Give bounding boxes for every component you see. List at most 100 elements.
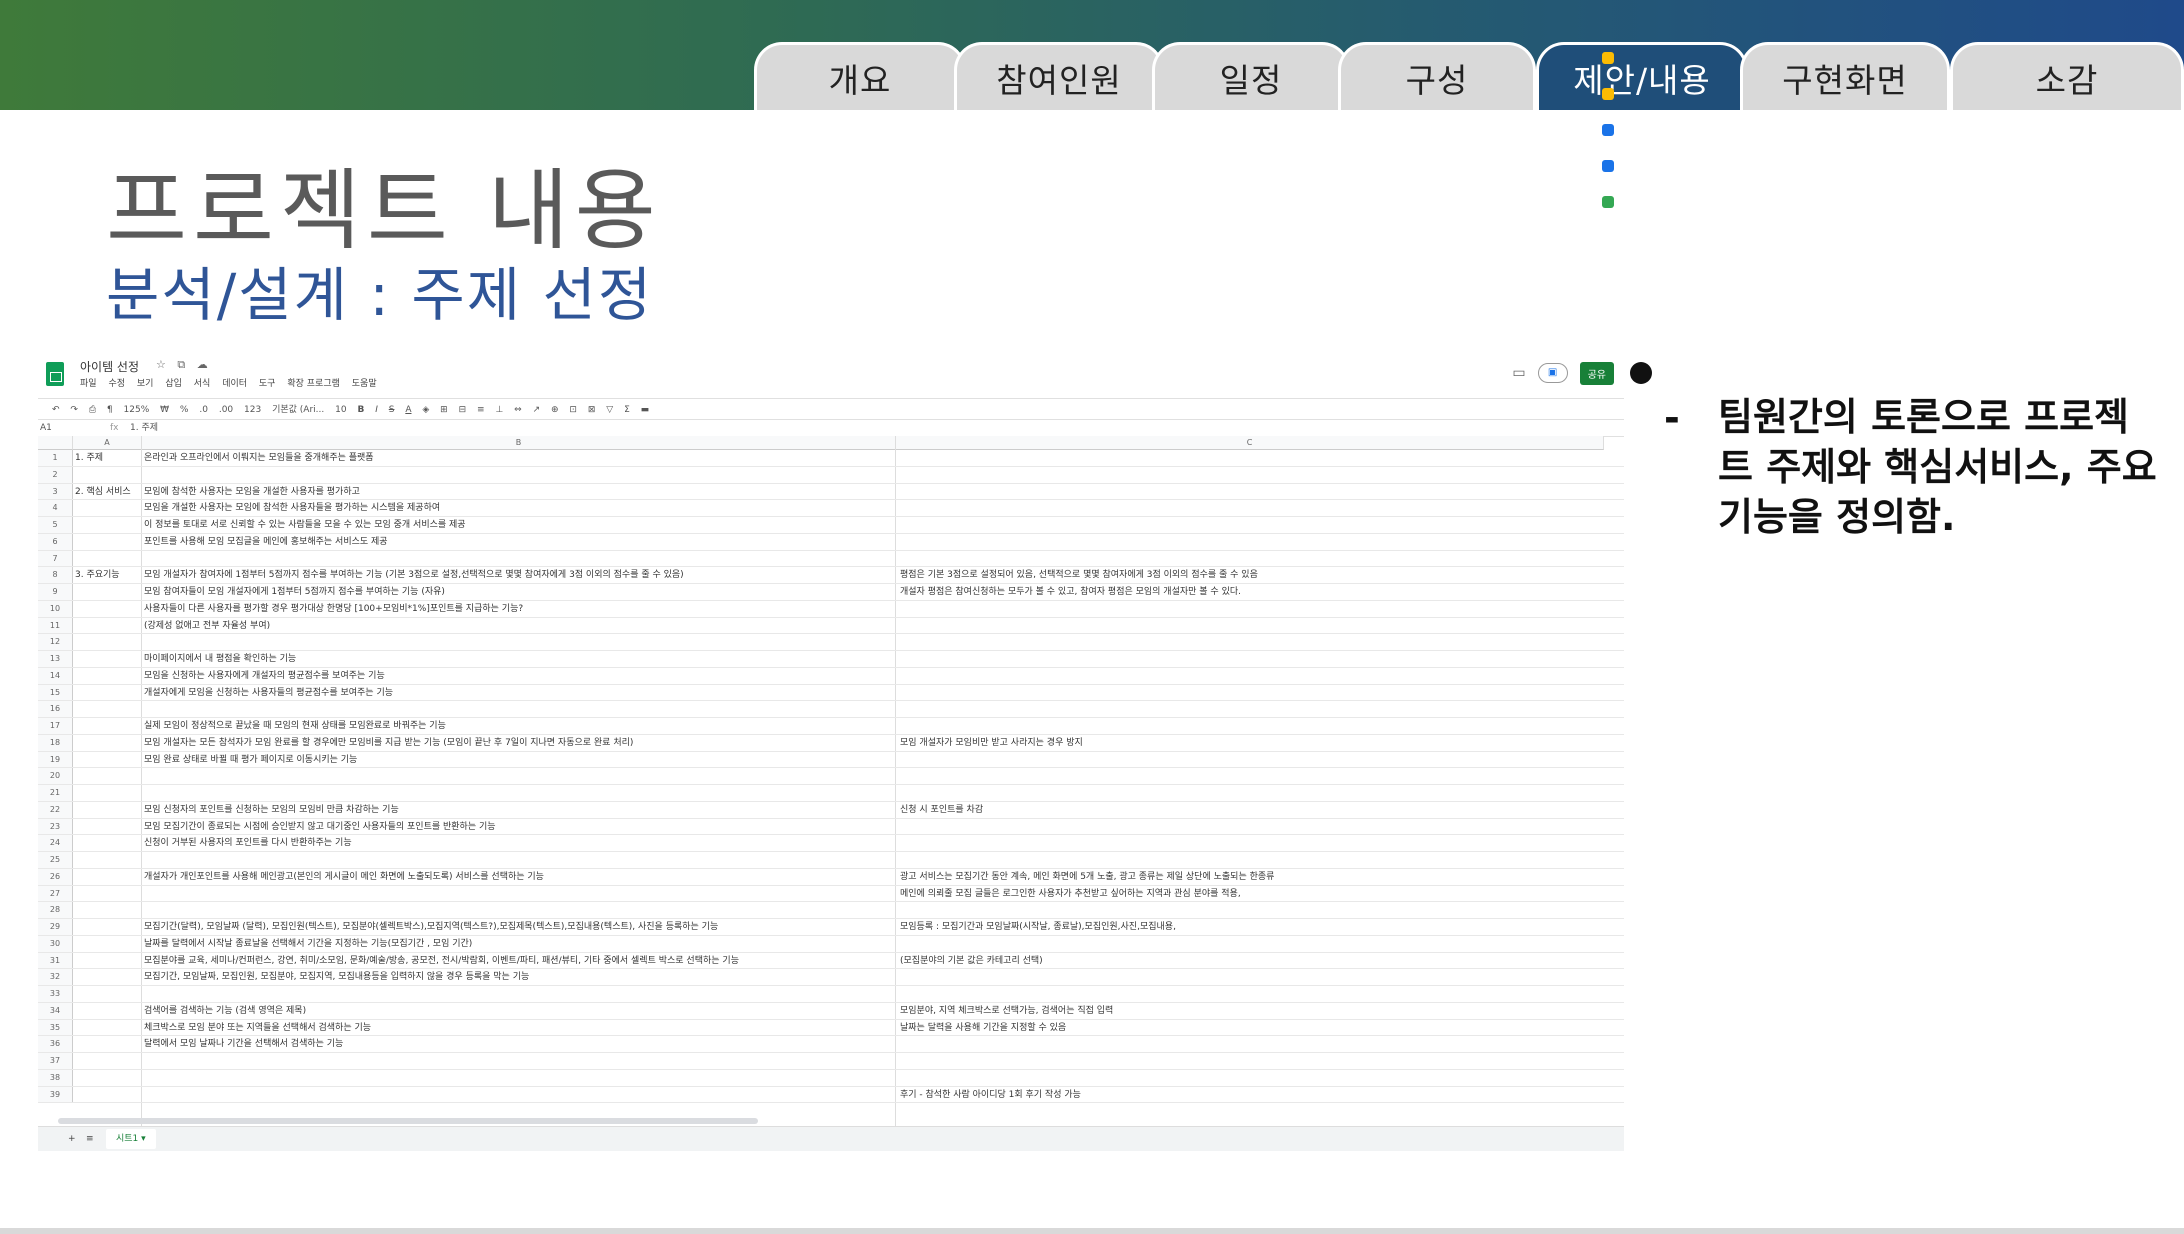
column-header-b[interactable]: B [142,436,896,450]
row-number[interactable]: 21 [38,785,73,801]
row-number[interactable]: 27 [38,885,73,902]
all-sheets-button[interactable]: ≡ [86,1127,94,1151]
row-number[interactable]: 38 [38,1069,73,1086]
row-number[interactable]: 3 [38,483,73,500]
text-color-icon[interactable]: A [405,405,411,415]
fill-color-icon[interactable]: ◈ [422,405,429,415]
cell-b[interactable]: 달력에서 모임 날짜나 기간을 선택해서 검색하는 기능 [144,1036,934,1052]
cell-b[interactable]: 포인트를 사용해 모임 모집글을 메인에 홍보해주는 서비스도 제공 [144,534,934,550]
cell-b[interactable]: 모집분야를 교육, 세미나/컨퍼런스, 강연, 취미/소모임, 문화/예술/방송… [144,953,934,969]
cell-b[interactable]: 날짜를 달력에서 시작날 종료날을 선택해서 기간을 지정하는 기능(모집기간 … [144,936,934,952]
cell-b[interactable]: (강제성 없애고 전부 자율성 부여) [144,618,934,634]
star-move-cloud-icons[interactable]: ☆ ⧉ ☁ [156,358,212,372]
print-icon[interactable]: ⎙ [89,405,96,415]
cell-b[interactable]: 실제 모임이 정상적으로 끝났을 때 모임의 현재 상태를 모임완료로 바꿔주는… [144,718,934,734]
column-header-c[interactable]: C [896,436,1604,450]
increase-decimal-icon[interactable]: .00 [219,405,233,415]
insert-chart-icon[interactable]: ⊠ [588,405,596,415]
cell-a[interactable]: 2. 핵심 서비스 [73,484,143,500]
cell-c[interactable]: 신청 시 포인트를 차감 [900,802,1590,818]
cell-b[interactable]: 온라인과 오프라인에서 이뤄지는 모임들을 중개해주는 플랫폼 [144,450,934,466]
currency-format-icon[interactable]: ₩ [160,405,169,415]
row-number[interactable]: 22 [38,801,73,818]
row-number[interactable]: 37 [38,1053,73,1069]
row-number[interactable]: 9 [38,584,73,600]
cell-b[interactable]: 사용자들이 다른 사용자를 평가할 경우 평가대상 한명당 [100+모임비*1… [144,601,934,617]
percent-format-icon[interactable]: % [180,405,189,415]
paint-format-icon[interactable]: ¶ [107,405,113,415]
insert-link-icon[interactable]: ⊕ [551,405,559,415]
row-number[interactable]: 6 [38,533,73,550]
cell-b[interactable]: 신청이 거부된 사용자의 포인트를 다시 반환하주는 기능 [144,835,934,851]
menu-edit[interactable]: 수정 [108,379,125,389]
tab-proposal[interactable]: 제안/내용 [1536,42,1748,110]
row-number[interactable]: 11 [38,617,73,634]
name-box[interactable]: A1 [40,420,52,436]
cell-c[interactable]: 모임등록 : 모집기간과 모임날짜(시작날, 종료날),모집인원,사진,모집내용… [900,919,1590,935]
menu-insert[interactable]: 삽입 [165,379,182,389]
cell-b[interactable]: 모임 참여자들이 모임 개설자에게 1점부터 5점까지 점수를 부여하는 기능 … [144,584,934,600]
row-number[interactable]: 24 [38,835,73,851]
row-number[interactable]: 10 [38,600,73,617]
bold-icon[interactable]: B [357,405,364,415]
column-header-a[interactable]: A [73,436,142,450]
cell-b[interactable]: 모임을 신청하는 사용자에게 개설자의 평균점수를 보여주는 기능 [144,668,934,684]
calendar-icon[interactable] [1602,52,1614,64]
cell-c[interactable]: (모집분야의 기본 값은 카테고리 선택) [900,953,1590,969]
decrease-decimal-icon[interactable]: .0 [199,405,208,415]
account-avatar[interactable] [1630,362,1652,384]
row-number[interactable]: 31 [38,952,73,969]
redo-icon[interactable]: ↷ [70,405,78,415]
font-select[interactable]: 기본값 (Ari... [272,405,324,415]
maps-icon[interactable] [1602,196,1614,208]
row-number[interactable]: 35 [38,1019,73,1036]
document-title[interactable]: 아이템 선정 [80,358,139,375]
undo-icon[interactable]: ↶ [52,405,60,415]
row-number[interactable]: 33 [38,986,73,1002]
formula-input[interactable]: 1. 주제 [130,420,158,436]
row-number[interactable]: 30 [38,935,73,952]
menu-view[interactable]: 보기 [137,379,154,389]
filter-icon[interactable]: ▽ [606,405,613,415]
comment-icon[interactable]: ▭ [1512,365,1525,381]
borders-icon[interactable]: ⊞ [440,405,448,415]
cell-b[interactable]: 모임 신청자의 포인트를 신청하는 모임의 모임비 만큼 차감하는 기능 [144,802,934,818]
tab-overview[interactable]: 개요 [754,42,966,110]
tasks-icon[interactable] [1602,124,1614,136]
cell-c[interactable]: 후기 - 참석한 사람 아이디당 1회 후기 작성 가능 [900,1087,1590,1103]
cell-b[interactable]: 모임 모집기간이 종료되는 시점에 승인받지 않고 대기중인 사용자들의 포인트… [144,819,934,835]
row-number[interactable]: 12 [38,634,73,650]
cell-b[interactable]: 모임에 참석한 사용자는 모임을 개설한 사용자를 평가하고 [144,484,934,500]
tab-screens[interactable]: 구현화면 [1740,42,1950,110]
cell-b[interactable]: 체크박스로 모임 분야 또는 지역들을 선택해서 검색하는 기능 [144,1020,934,1036]
keep-icon[interactable] [1602,88,1614,100]
tab-members[interactable]: 참여인원 [954,42,1164,110]
row-number[interactable]: 23 [38,818,73,835]
cell-a[interactable]: 1. 주제 [73,450,143,466]
font-size-select[interactable]: 10 [335,405,346,415]
functions-icon[interactable]: Σ [624,405,630,415]
row-number[interactable]: 32 [38,969,73,985]
cell-b[interactable]: 모집기간(달력), 모임날짜 (달력), 모집인원(텍스트), 모집분야(셀렉트… [144,919,934,935]
cell-b[interactable]: 모임 완료 상태로 바뀔 때 평가 페이지로 이동시키는 기능 [144,752,934,768]
select-all-corner[interactable] [38,436,73,450]
text-rotate-icon[interactable]: ↗ [533,405,541,415]
row-number[interactable]: 2 [38,466,73,483]
input-tools-icon[interactable]: ▬ [641,405,650,415]
merge-cells-icon[interactable]: ⊟ [459,405,467,415]
cell-c[interactable]: 평점은 기본 3점으로 설정되어 있음, 선택적으로 몇몇 참여자에게 3점 이… [900,567,1590,583]
row-number[interactable]: 18 [38,734,73,751]
menu-format[interactable]: 서식 [194,379,211,389]
cell-c[interactable]: 개설자 평점은 참여신청하는 모두가 볼 수 있고, 참여자 평점은 모임의 개… [900,584,1590,600]
row-number[interactable]: 39 [38,1086,73,1103]
cell-b[interactable]: 모임 개설자는 모든 참석자가 모임 완료를 할 경우에만 모임비를 지급 받는… [144,735,934,751]
row-number[interactable]: 13 [38,651,73,667]
menu-tools[interactable]: 도구 [259,379,276,389]
meet-icon[interactable]: ▣ [1537,363,1568,383]
row-number[interactable]: 26 [38,868,73,885]
cell-c[interactable]: 메인에 의뢰줄 모집 글들은 로그인한 사용자가 추천받고 싶어하는 지역과 관… [900,886,1590,902]
row-number[interactable]: 36 [38,1036,73,1052]
horizontal-align-icon[interactable]: ≡ [477,405,485,415]
tab-schedule[interactable]: 일정 [1152,42,1350,110]
row-number[interactable]: 1 [38,450,73,466]
